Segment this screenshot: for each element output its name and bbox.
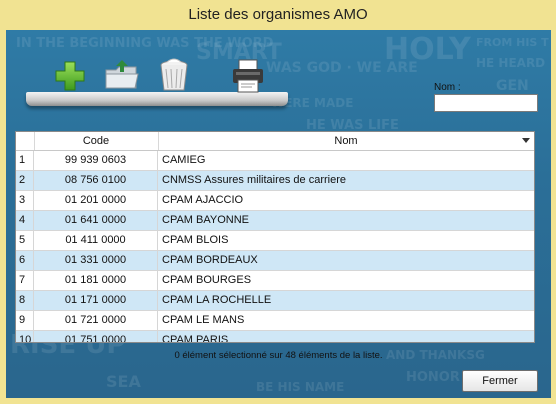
row-number: 2 (16, 171, 34, 190)
cell-code: 99 939 0603 (34, 151, 158, 170)
table-row[interactable]: 7 01 181 0000 CPAM BOURGES (16, 271, 534, 291)
cell-code: 01 201 0000 (34, 191, 158, 210)
organisms-table[interactable]: Code Nom 1 99 939 0603 CAMIEG 2 08 756 0… (15, 131, 535, 343)
row-number: 9 (16, 311, 34, 330)
name-filter-label: Nom : (434, 82, 461, 93)
print-button[interactable] (228, 56, 268, 96)
add-button[interactable] (50, 56, 90, 96)
table-row[interactable]: 4 01 641 0000 CPAM BAYONNE (16, 211, 534, 231)
cell-nom: CAMIEG (162, 154, 206, 166)
row-number: 7 (16, 271, 34, 290)
cell-nom: CPAM BORDEAUX (162, 254, 258, 266)
cell-code: 01 641 0000 (34, 211, 158, 230)
table-row[interactable]: 8 01 171 0000 CPAM LA ROCHELLE (16, 291, 534, 311)
cell-nom: CNMSS Assures militaires de carriere (162, 174, 346, 186)
sort-arrow-icon[interactable] (522, 138, 530, 143)
table-row[interactable]: 10 01 751 0000 CPAM PARIS (16, 331, 534, 343)
column-header-code[interactable]: Code (34, 132, 159, 150)
row-number: 1 (16, 151, 34, 170)
cell-code: 01 411 0000 (34, 231, 158, 250)
trash-icon (160, 58, 188, 91)
cell-nom: CPAM BOURGES (162, 274, 252, 286)
print-icon (233, 59, 263, 93)
cell-nom: CPAM BAYONNE (162, 214, 249, 226)
cell-code: 01 721 0000 (34, 311, 158, 330)
cell-nom: CPAM LE MANS (162, 314, 245, 326)
window-title: Liste des organismes AMO (0, 0, 556, 30)
column-header-nom[interactable]: Nom (158, 132, 534, 150)
row-number-header (16, 132, 35, 150)
column-header-nom-label: Nom (334, 135, 358, 147)
cell-code: 01 331 0000 (34, 251, 158, 270)
table-header: Code Nom (16, 132, 534, 151)
cell-nom: CPAM AJACCIO (162, 194, 244, 206)
table-row[interactable]: 3 01 201 0000 CPAM AJACCIO (16, 191, 534, 211)
cell-nom: CPAM LA ROCHELLE (162, 294, 272, 306)
folder-icon (105, 60, 139, 89)
table-row[interactable]: 1 99 939 0603 CAMIEG (16, 151, 534, 171)
cell-code: 01 171 0000 (34, 291, 158, 310)
cell-code: 01 751 0000 (34, 331, 158, 342)
table-row[interactable]: 6 01 331 0000 CPAM BORDEAUX (16, 251, 534, 271)
window-content: IN THE BEGINNING WAS THE WORD SMART WAS … (6, 30, 551, 398)
row-number: 10 (16, 331, 34, 342)
open-folder-button[interactable] (102, 56, 142, 96)
row-number: 3 (16, 191, 34, 210)
row-number: 4 (16, 211, 34, 230)
table-row[interactable]: 5 01 411 0000 CPAM BLOIS (16, 231, 534, 251)
close-button[interactable]: Fermer (462, 370, 538, 392)
row-number: 6 (16, 251, 34, 270)
name-filter-input[interactable] (434, 94, 538, 112)
table-body: 1 99 939 0603 CAMIEG 2 08 756 0100 CNMSS… (16, 151, 534, 343)
selection-status: 0 élément sélectionné sur 48 éléments de… (174, 350, 383, 361)
cell-code: 01 181 0000 (34, 271, 158, 290)
row-number: 5 (16, 231, 34, 250)
add-icon (55, 61, 85, 91)
cell-code: 08 756 0100 (34, 171, 158, 190)
cell-nom: CPAM BLOIS (162, 234, 229, 246)
delete-button[interactable] (154, 56, 194, 96)
table-row[interactable]: 9 01 721 0000 CPAM LE MANS (16, 311, 534, 331)
cell-nom: CPAM PARIS (162, 334, 229, 343)
row-number: 8 (16, 291, 34, 310)
table-row[interactable]: 2 08 756 0100 CNMSS Assures militaires d… (16, 171, 534, 191)
